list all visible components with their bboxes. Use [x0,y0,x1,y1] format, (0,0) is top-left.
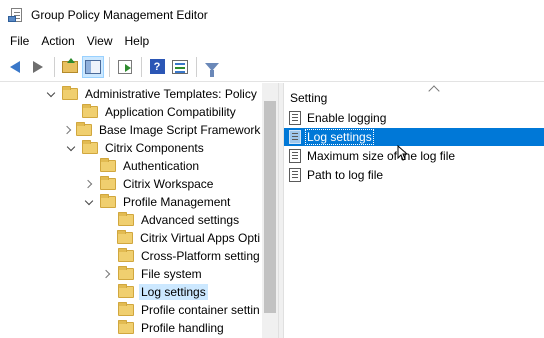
policy-setting-icon [289,168,301,182]
tree-scrollbar-thumb[interactable] [264,101,276,313]
setting-maximum-size-of-log-file[interactable]: Maximum size of the log file [284,147,544,165]
back-icon [10,60,20,73]
gpme-app-icon [8,7,24,23]
mouse-cursor-icon [397,145,407,161]
folder-icon [100,158,116,172]
folder-icon [82,140,98,154]
policy-setting-icon [289,111,301,125]
chevron-right-icon[interactable] [83,179,94,189]
tree-item-application-compatibility[interactable]: Application Compatibility [0,103,262,121]
folder-icon [118,212,134,226]
setting-enable-logging[interactable]: Enable logging [284,109,544,127]
filter-icon [205,62,219,77]
menu-help[interactable]: Help [119,34,156,48]
tree-item-profile-container-settings[interactable]: Profile container settin [0,301,262,319]
menu-file[interactable]: File [4,34,35,48]
tree-item-advanced-settings[interactable]: Advanced settings [0,211,262,229]
export-list-button[interactable] [114,56,136,78]
tree-item-citrix-components[interactable]: Citrix Components [0,139,262,157]
chevron-down-icon[interactable] [66,142,76,153]
chevron-right-icon[interactable] [62,125,72,135]
folder-icon [117,230,134,244]
chevron-down-icon[interactable] [46,88,56,99]
tree-item-citrix-virtual-apps-optimization[interactable]: Citrix Virtual Apps Opti [0,229,262,247]
help-icon: ? [149,59,165,74]
tree-item-log-settings[interactable]: Log settings [0,283,262,301]
up-folder-icon [62,57,78,73]
toolbar-separator [141,56,142,77]
chevron-right-icon[interactable] [101,269,112,279]
tree-item-base-image-script-framework[interactable]: Base Image Script Framework [0,121,262,139]
menu-action[interactable]: Action [35,34,80,48]
export-list-icon [118,59,132,74]
menu-view[interactable]: View [81,34,119,48]
chevron-down-icon[interactable] [84,196,94,207]
folder-icon [100,194,116,208]
tree-item-authentication[interactable]: Authentication [0,157,262,175]
forward-button[interactable] [27,56,49,78]
title-bar: Group Policy Management Editor [0,0,544,30]
toolbar-separator [196,56,197,77]
folder-icon [118,302,134,316]
folder-icon [118,284,134,298]
tree-scrollbar[interactable] [262,83,278,338]
folder-icon [118,266,134,280]
policy-tree: Administrative Templates: Policy Applica… [0,83,278,338]
tree-item-cross-platform-settings[interactable]: Cross-Platform setting [0,247,262,265]
setting-column-header[interactable]: Setting [284,83,544,111]
show-hide-tree-icon [85,59,101,74]
folder-icon [118,248,134,262]
setting-log-settings[interactable]: Log settings [284,128,544,146]
back-button[interactable] [4,56,26,78]
properties-icon [172,59,188,74]
tree-item-file-system[interactable]: File system [0,265,262,283]
folder-icon [76,122,92,136]
tree-item-profile-handling[interactable]: Profile handling [0,319,262,337]
setting-path-to-log-file[interactable]: Path to log file [284,166,544,184]
policy-setting-icon [289,149,301,163]
policy-setting-icon [289,130,301,144]
properties-button[interactable] [169,56,191,78]
show-hide-tree-button[interactable] [82,55,104,78]
sort-ascending-icon [428,85,440,97]
forward-icon [33,60,43,73]
menu-bar: File Action View Help [0,30,544,52]
filter-button[interactable] [201,56,223,78]
folder-icon [100,176,116,190]
window-title: Group Policy Management Editor [31,8,208,22]
tree-item-profile-management[interactable]: Profile Management [0,193,262,211]
folder-icon [118,320,134,334]
folder-icon [62,86,78,100]
toolbar-separator [54,56,55,77]
settings-list: Setting Enable logging Log settings Maxi… [284,83,544,338]
toolbar-separator [109,56,110,77]
help-button[interactable]: ? [146,56,168,78]
tree-item-administrative-templates[interactable]: Administrative Templates: Policy [0,85,262,103]
toolbar: ? [0,52,544,82]
tree-item-citrix-workspace[interactable]: Citrix Workspace [0,175,262,193]
up-one-level-button[interactable] [59,56,81,78]
folder-icon [82,104,98,118]
